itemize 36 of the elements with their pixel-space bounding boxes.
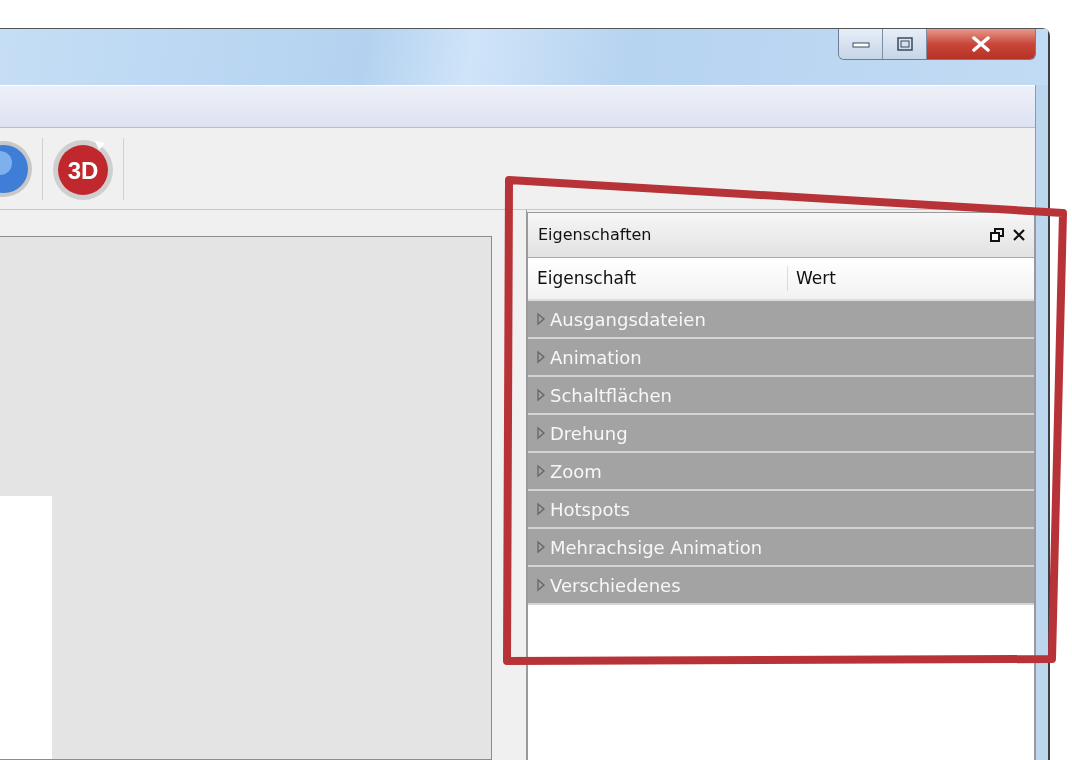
expander-icon[interactable]: [536, 350, 546, 364]
category-label: Ausgangsdateien: [550, 307, 706, 332]
category-label: Schaltflächen: [550, 383, 672, 408]
close-icon: [971, 36, 991, 52]
category-row[interactable]: Zoom: [528, 453, 1034, 491]
category-row[interactable]: Verschiedenes: [528, 567, 1034, 605]
expander-icon[interactable]: [536, 312, 546, 326]
expander-icon[interactable]: [536, 426, 546, 440]
category-row[interactable]: Ausgangsdateien: [528, 301, 1034, 339]
restore-icon[interactable]: [990, 228, 1004, 242]
maximize-icon: [896, 37, 913, 51]
maximize-button[interactable]: [883, 29, 927, 59]
minimize-icon: [851, 40, 870, 48]
category-label: Zoom: [550, 459, 602, 484]
panel-title: Eigenschaften: [538, 224, 653, 246]
expander-icon[interactable]: [536, 464, 546, 478]
globe-icon[interactable]: [0, 138, 34, 199]
close-icon[interactable]: [1012, 228, 1026, 242]
category-label: Mehrachsige Animation: [550, 535, 763, 560]
category-row[interactable]: Animation: [528, 339, 1034, 377]
expander-icon[interactable]: [536, 578, 546, 592]
category-row[interactable]: Hotspots: [528, 491, 1034, 529]
expander-icon[interactable]: [536, 540, 546, 554]
category-label: Verschiedenes: [550, 573, 681, 598]
category-row[interactable]: Schaltflächen: [528, 377, 1034, 415]
column-header[interactable]: Eigenschaft: [528, 265, 788, 292]
category-label: Animation: [550, 345, 642, 370]
category-label: Drehung: [550, 421, 628, 446]
category-label: Hotspots: [550, 497, 630, 522]
category-row[interactable]: Drehung: [528, 415, 1034, 453]
column-header[interactable]: Wert: [788, 265, 836, 292]
close-button[interactable]: [927, 29, 1035, 59]
minimize-button[interactable]: [839, 29, 883, 59]
category-row[interactable]: Mehrachsige Animation: [528, 529, 1034, 567]
expander-icon[interactable]: [536, 502, 546, 516]
expander-icon[interactable]: [536, 388, 546, 402]
